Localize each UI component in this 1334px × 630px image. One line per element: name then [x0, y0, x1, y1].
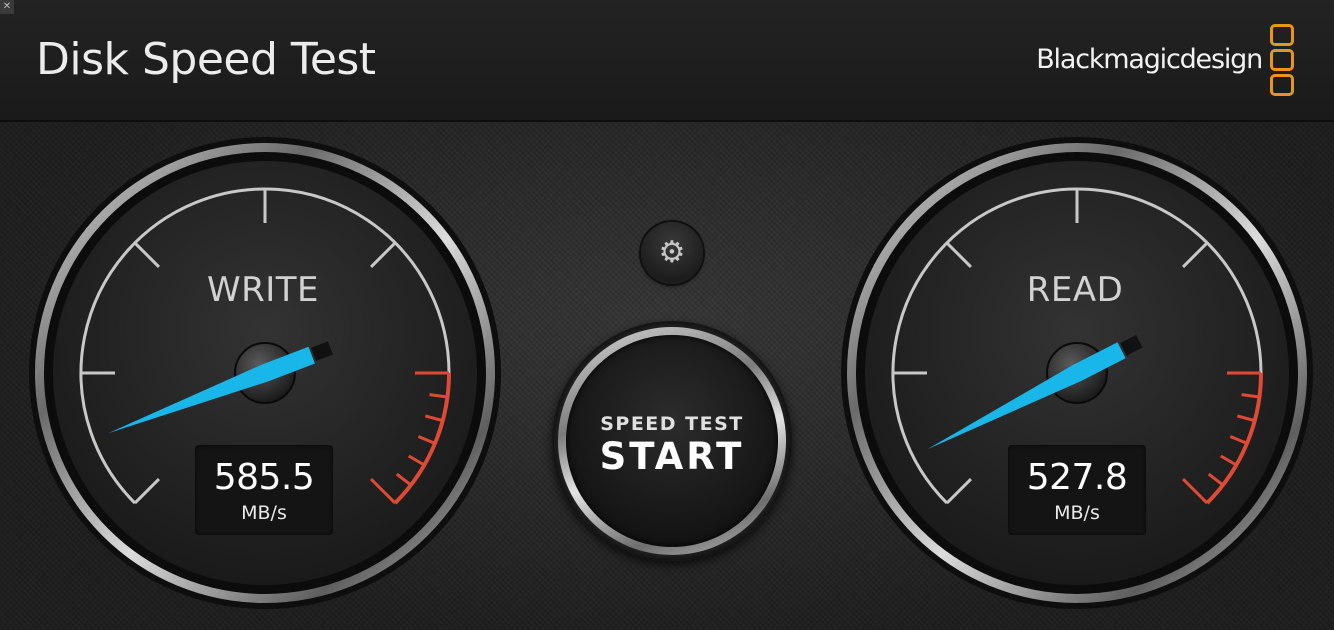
start-button-label: START [599, 435, 745, 478]
read-unit: MB/s [1054, 502, 1100, 524]
gauge-needle-counterweight [311, 341, 333, 361]
write-label: WRITE [206, 270, 320, 310]
gauge-needle-counterweight [1120, 334, 1143, 356]
read-gauge [841, 137, 1313, 609]
read-label: READ [1026, 270, 1124, 310]
write-value: 585.5 [213, 457, 315, 498]
read-readout: 527.8 MB/s [1008, 445, 1146, 535]
start-button-caption: SPEED TEST [600, 413, 744, 435]
read-value: 527.8 [1026, 457, 1128, 498]
speed-test-start-button[interactable]: SPEED TEST START [552, 321, 792, 561]
gear-icon: ⚙ [658, 235, 686, 270]
write-gauge [29, 137, 501, 609]
write-unit: MB/s [241, 502, 287, 524]
write-readout: 585.5 MB/s [195, 445, 333, 535]
settings-button[interactable]: ⚙ [641, 222, 703, 284]
app-window: Disk Speed Test Blackmagicdesign ✕ WRITE… [0, 0, 1334, 630]
